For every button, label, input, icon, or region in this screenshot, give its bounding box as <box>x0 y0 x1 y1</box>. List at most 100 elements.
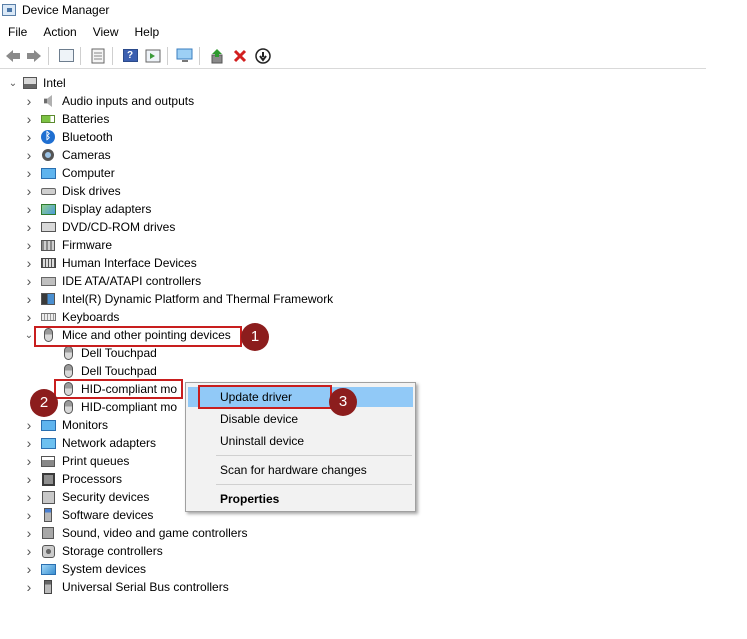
toolbar-separator <box>167 46 168 65</box>
chevron-right-icon[interactable]: › <box>24 164 34 182</box>
menu-item-properties[interactable]: Properties <box>188 489 413 509</box>
menu-separator <box>216 484 412 485</box>
chevron-right-icon[interactable]: › <box>24 254 34 272</box>
chevron-right-icon[interactable]: › <box>24 182 34 200</box>
chevron-right-icon[interactable]: › <box>24 146 34 164</box>
annotation-box-1 <box>34 326 242 347</box>
chevron-right-icon[interactable]: › <box>24 488 34 506</box>
tree-category-storage-controllers[interactable]: › Storage controllers <box>0 542 400 560</box>
disable-device-icon[interactable] <box>253 46 273 66</box>
properties-icon[interactable] <box>88 46 108 66</box>
menu-file[interactable]: File <box>0 25 35 39</box>
printer-icon <box>40 453 56 469</box>
tree-device-item[interactable]: Dell Touchpad <box>0 362 400 380</box>
menu-action[interactable]: Action <box>35 25 84 39</box>
tree-category-computer[interactable]: › Computer <box>0 164 400 182</box>
tree-category-universal-serial-bus-controllers[interactable]: › Universal Serial Bus controllers <box>0 578 400 596</box>
chevron-right-icon[interactable]: › <box>24 308 34 326</box>
tree-category-system-devices[interactable]: › System devices <box>0 560 400 578</box>
chevron-right-icon[interactable]: › <box>24 524 34 542</box>
tree-root[interactable]: ⌄ Intel <box>0 74 400 92</box>
step-badge-1: 1 <box>241 323 269 351</box>
action-pane-icon[interactable] <box>143 46 163 66</box>
tree-category-label: Firmware <box>62 238 112 252</box>
update-driver-icon[interactable] <box>207 46 227 66</box>
tree-category-label: Storage controllers <box>62 544 163 558</box>
chevron-down-icon[interactable]: ⌄ <box>24 326 34 344</box>
tree-category-label: Security devices <box>62 490 150 504</box>
tree-category-label: DVD/CD-ROM drives <box>62 220 176 234</box>
tree-device-label: Dell Touchpad <box>81 364 157 378</box>
tree-category-dvd-cd-rom-drives[interactable]: › DVD/CD-ROM drives <box>0 218 400 236</box>
firmware-icon <box>40 237 56 253</box>
tree-category-batteries[interactable]: › Batteries <box>0 110 400 128</box>
tree-category-human-interface-devices[interactable]: › Human Interface Devices <box>0 254 400 272</box>
tree-category-keyboards[interactable]: › Keyboards <box>0 308 400 326</box>
keyboard-icon <box>40 309 56 325</box>
chevron-right-icon[interactable]: › <box>24 272 34 290</box>
chevron-right-icon[interactable]: › <box>24 506 34 524</box>
menu-item-uninstall-device[interactable]: Uninstall device <box>188 431 413 451</box>
uninstall-device-icon[interactable] <box>230 46 250 66</box>
tree-category-label: Cameras <box>62 148 111 162</box>
chevron-right-icon[interactable]: › <box>24 452 34 470</box>
tree-category-label: Human Interface Devices <box>62 256 197 270</box>
tree-category-display-adapters[interactable]: › Display adapters <box>0 200 400 218</box>
tree-category-cameras[interactable]: › Cameras <box>0 146 400 164</box>
tree-category-bluetooth[interactable]: › ᛒ Bluetooth <box>0 128 400 146</box>
menu-separator <box>216 455 412 456</box>
chevron-right-icon[interactable]: › <box>24 236 34 254</box>
tree-category-label: Disk drives <box>62 184 121 198</box>
toolbar: ? <box>0 43 706 69</box>
toolbar-separator <box>112 46 113 65</box>
help-icon[interactable]: ? <box>120 46 140 66</box>
tree-category-ide-ata-atapi-controllers[interactable]: › IDE ATA/ATAPI controllers <box>0 272 400 290</box>
dvd-drive-icon <box>40 219 56 235</box>
tree-category-label: System devices <box>62 562 147 576</box>
chevron-right-icon[interactable]: › <box>24 416 34 434</box>
menu-item-disable-device[interactable]: Disable device <box>188 409 413 429</box>
chevron-right-icon[interactable]: › <box>24 218 34 236</box>
chevron-right-icon[interactable]: › <box>24 470 34 488</box>
chevron-right-icon[interactable]: › <box>24 92 34 110</box>
display-adapter-icon <box>40 201 56 217</box>
tree-category-label: Bluetooth <box>62 130 113 144</box>
scan-hardware-changes-icon[interactable] <box>175 46 195 66</box>
tree-category-label: Intel(R) Dynamic Platform and Thermal Fr… <box>62 292 334 306</box>
device-manager-icon <box>2 4 16 16</box>
tree-category-label: Audio inputs and outputs <box>62 94 195 108</box>
chevron-right-icon[interactable]: › <box>24 200 34 218</box>
tree-category-disk-drives[interactable]: › Disk drives <box>0 182 400 200</box>
menu-view[interactable]: View <box>85 25 127 39</box>
chevron-down-icon[interactable]: ⌄ <box>8 74 18 92</box>
back-arrow-icon[interactable] <box>3 46 23 66</box>
tree-category-intel-r-dynamic-platform-and-thermal-framework[interactable]: › Intel(R) Dynamic Platform and Thermal F… <box>0 290 400 308</box>
tree-category-label: Software devices <box>62 508 154 522</box>
tree-category-firmware[interactable]: › Firmware <box>0 236 400 254</box>
mouse-icon <box>60 399 76 415</box>
forward-arrow-icon[interactable] <box>24 46 44 66</box>
chevron-right-icon[interactable]: › <box>24 578 34 596</box>
usb-controller-icon <box>40 579 56 595</box>
chevron-right-icon[interactable]: › <box>24 128 34 146</box>
annotation-box-3 <box>198 385 332 409</box>
tree-category-label: Processors <box>62 472 123 486</box>
monitor-icon <box>40 417 56 433</box>
chevron-right-icon[interactable]: › <box>24 290 34 308</box>
tree-category-label: IDE ATA/ATAPI controllers <box>62 274 202 288</box>
ide-controller-icon <box>40 273 56 289</box>
chevron-right-icon[interactable]: › <box>24 434 34 452</box>
tree-category-label: Display adapters <box>62 202 152 216</box>
chevron-right-icon[interactable]: › <box>24 110 34 128</box>
system-device-icon <box>40 561 56 577</box>
tree-category-audio-inputs-and-outputs[interactable]: › Audio inputs and outputs <box>0 92 400 110</box>
show-hide-console-tree-icon[interactable] <box>56 46 76 66</box>
tree-category-sound-video-and-game-controllers[interactable]: › Sound, video and game controllers <box>0 524 400 542</box>
bluetooth-icon: ᛒ <box>40 129 56 145</box>
annotation-box-2 <box>54 379 183 399</box>
step-badge-2: 2 <box>30 389 58 417</box>
chevron-right-icon[interactable]: › <box>24 542 34 560</box>
chevron-right-icon[interactable]: › <box>24 560 34 578</box>
menu-item-scan-hardware[interactable]: Scan for hardware changes <box>188 460 413 480</box>
menu-help[interactable]: Help <box>127 25 168 39</box>
